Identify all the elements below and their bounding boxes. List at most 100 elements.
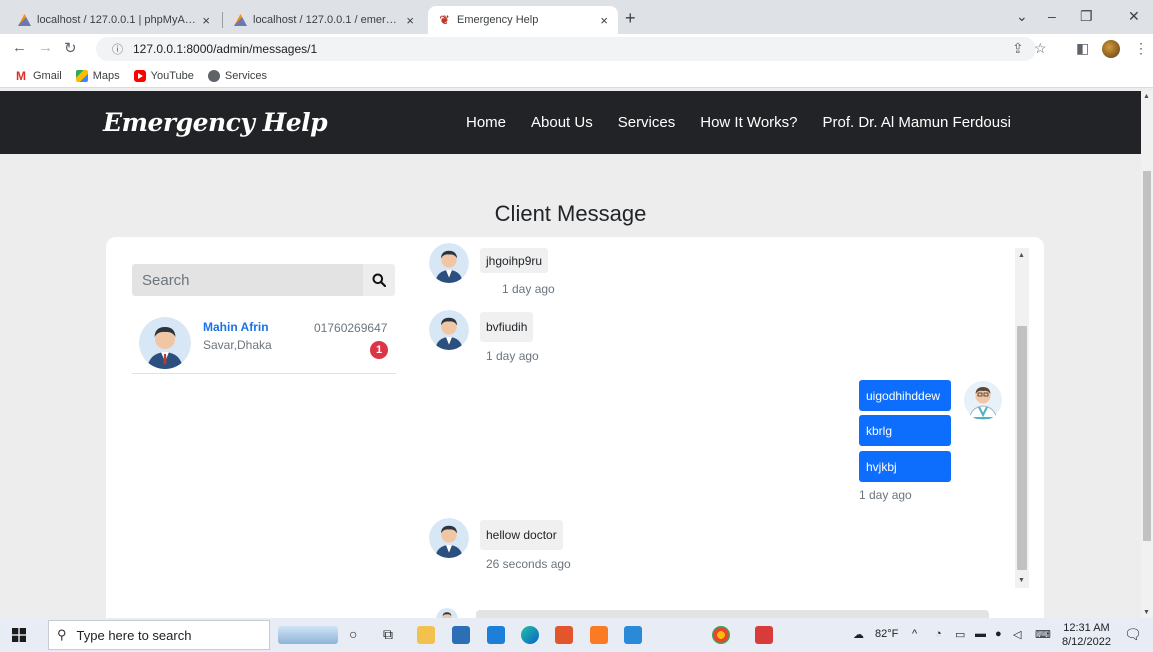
search-icon [372, 273, 386, 287]
share-icon[interactable]: ⇪ [1012, 40, 1024, 57]
meet-icon[interactable]: ▭ [955, 628, 965, 641]
bookmark-maps[interactable]: Maps [75, 69, 120, 82]
search-highlight-image[interactable] [278, 626, 338, 644]
bookmark-label: YouTube [150, 69, 194, 82]
xampp-icon[interactable] [590, 626, 608, 644]
profile-avatar[interactable] [1102, 40, 1120, 58]
address-input[interactable]: ⓘ 127.0.0.1:8000/admin/messages/1 [96, 37, 1036, 61]
nav-home[interactable]: Home [466, 114, 506, 131]
emergency-help-favicon: ❦ [439, 13, 450, 27]
bookmark-youtube[interactable]: YouTube [133, 69, 194, 82]
task-view-icon[interactable]: ⧉ [383, 626, 393, 643]
search-input[interactable]: Search [132, 264, 363, 296]
scroll-up-icon[interactable]: ▲ [1143, 93, 1150, 100]
edge-icon[interactable] [521, 626, 539, 644]
scroll-down-icon[interactable]: ▼ [1018, 577, 1025, 584]
reload-icon[interactable]: ↻ [64, 39, 77, 57]
tab-phpmyadmin-emergency[interactable]: localhost / 127.0.0.1 / emergenc × [224, 6, 424, 34]
weather-icon[interactable]: ☁ [853, 628, 864, 641]
scroll-up-icon[interactable]: ▲ [1018, 252, 1025, 259]
taskbar-search-placeholder: Type here to search [76, 627, 192, 643]
contact-phone: 01760269647 [314, 321, 388, 335]
message-time: 1 day ago [502, 282, 555, 296]
vscode-icon[interactable] [624, 626, 642, 644]
page-scrollbar[interactable]: ▲ ▼ [1141, 91, 1153, 618]
contact-list-item[interactable]: Mahin Afrin Savar,Dhaka 01760269647 1 [132, 310, 396, 374]
scrollbar-thumb[interactable] [1017, 326, 1027, 570]
address-bar-row: ← → ↻ ⓘ 127.0.0.1:8000/admin/messages/1 … [0, 34, 1153, 64]
sent-message-bubble: uigodhihddew [859, 380, 951, 411]
url-text: 127.0.0.1:8000/admin/messages/1 [133, 42, 318, 56]
taskbar-clock[interactable]: 12:31 AM 8/12/2022 [1062, 621, 1111, 649]
tab-title: localhost / 127.0.0.1 / emergenc [253, 14, 401, 26]
volume-icon[interactable]: ◁ [1013, 628, 1021, 641]
scroll-down-icon[interactable]: ▼ [1143, 609, 1150, 616]
bookmark-star-icon[interactable]: ☆ [1034, 40, 1047, 57]
doctor-avatar [964, 381, 1002, 420]
keyboard-icon[interactable]: ⌨ [1035, 628, 1051, 641]
nav-services[interactable]: Services [618, 114, 676, 131]
nav-how-it-works[interactable]: How It Works? [700, 114, 797, 131]
tab-emergency-help[interactable]: ❦ Emergency Help × [428, 6, 618, 34]
contact-name: Mahin Afrin [203, 320, 269, 334]
clock-date: 8/12/2022 [1062, 636, 1111, 648]
site-navbar: Emergency Help Home About Us Services Ho… [0, 91, 1141, 154]
nav-doctor-profile[interactable]: Prof. Dr. Al Mamun Ferdousi [823, 114, 1011, 131]
store-icon[interactable] [452, 626, 470, 644]
restore-icon[interactable]: ❐ [1080, 8, 1093, 25]
close-icon[interactable]: × [406, 13, 414, 28]
tab-phpmyadmin[interactable]: localhost / 127.0.0.1 | phpMyAdn × [8, 6, 220, 34]
windows-taskbar: ⚲ Type here to search ○ ⧉ ☁ 82°F ^ ◔ ▭ ▬… [0, 618, 1153, 652]
back-icon[interactable]: ← [12, 39, 27, 56]
minimize-icon[interactable]: – [1048, 8, 1056, 24]
new-tab-button[interactable]: + [625, 8, 636, 29]
search-button[interactable] [363, 264, 395, 296]
browser-tab-strip: localhost / 127.0.0.1 | phpMyAdn × local… [0, 0, 1153, 34]
menu-kebab-icon[interactable]: ⋮ [1134, 40, 1148, 57]
sent-message-bubble: hvjkbj [859, 451, 951, 482]
app-icon[interactable] [755, 626, 773, 644]
chrome-icon[interactable] [712, 626, 730, 644]
gmail-icon: M [16, 68, 26, 83]
tab-search-icon[interactable]: ⌄ [1016, 8, 1028, 25]
antivirus-icon[interactable]: ● [995, 628, 1002, 640]
tab-title: Emergency Help [457, 14, 539, 26]
brand-logo[interactable]: Emergency Help [103, 108, 328, 137]
close-icon[interactable]: × [600, 13, 608, 28]
office-icon[interactable] [555, 626, 573, 644]
file-explorer-icon[interactable] [417, 626, 435, 644]
sent-message-bubble: kbrlg [859, 415, 951, 446]
site-info-icon[interactable]: ⓘ [112, 41, 123, 57]
window-close-icon[interactable]: ✕ [1128, 8, 1140, 25]
cortana-icon[interactable]: ○ [349, 626, 357, 642]
weather-temp[interactable]: 82°F [875, 628, 898, 640]
client-avatar [139, 317, 191, 369]
notification-icon[interactable]: 🗨 [1124, 626, 1142, 643]
phpmyadmin-icon [234, 14, 247, 26]
message-time: 1 day ago [859, 488, 912, 502]
client-avatar [429, 243, 469, 283]
mail-icon[interactable] [487, 626, 505, 644]
tab-separator [222, 12, 223, 28]
nav-about-us[interactable]: About Us [531, 114, 593, 131]
chat-scrollbar[interactable]: ▲ ▼ [1015, 248, 1029, 588]
message-bubble: bvfiudih [480, 312, 534, 342]
network-icon[interactable]: ◔ [935, 628, 942, 640]
youtube-icon [133, 69, 146, 82]
tray-chevron-icon[interactable]: ^ [912, 628, 917, 640]
bookmark-label: Gmail [33, 69, 62, 82]
close-icon[interactable]: × [202, 13, 210, 28]
maps-icon [75, 69, 88, 82]
battery-icon[interactable]: ▬ [975, 628, 986, 640]
clock-time: 12:31 AM [1063, 622, 1110, 634]
bookmark-services[interactable]: Services [207, 69, 267, 82]
windows-start-icon[interactable] [12, 628, 26, 642]
bookmark-gmail[interactable]: M Gmail [16, 70, 62, 82]
tab-title: localhost / 127.0.0.1 | phpMyAdn [37, 14, 197, 26]
taskbar-search-input[interactable]: ⚲ Type here to search [48, 620, 270, 650]
bookmark-label: Maps [92, 69, 120, 82]
side-panel-icon[interactable]: ◧ [1076, 40, 1089, 57]
scrollbar-thumb[interactable] [1143, 171, 1151, 541]
forward-icon[interactable]: → [38, 39, 53, 56]
message-time: 1 day ago [486, 349, 539, 363]
